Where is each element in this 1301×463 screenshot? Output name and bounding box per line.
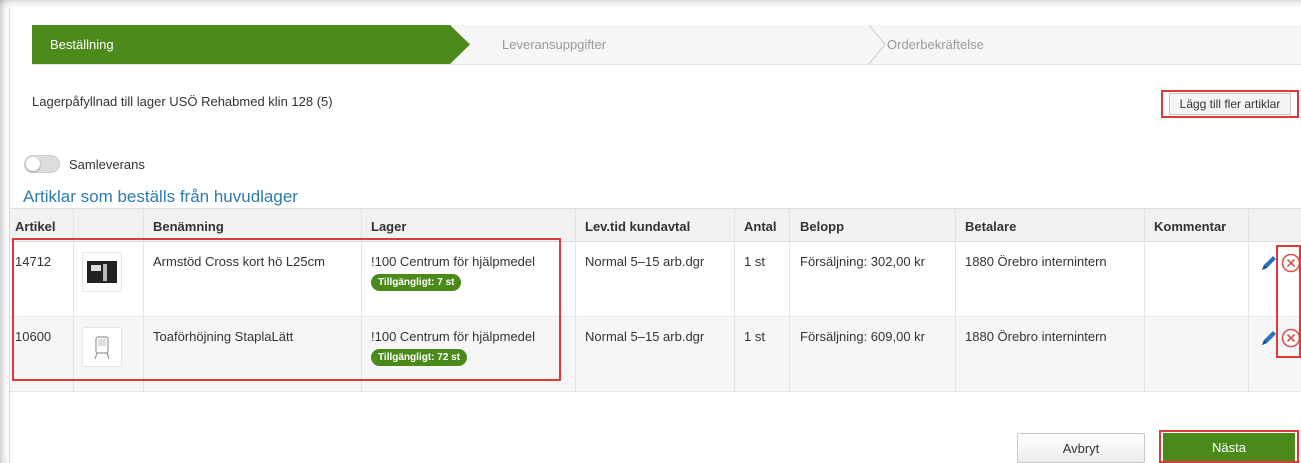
header-lager: Lager [371, 219, 407, 234]
availability-badge: Tillgängligt: 7 st [371, 274, 462, 291]
benamning: Toaförhöjning StaplaLätt [153, 329, 294, 344]
column-divider [789, 208, 790, 392]
section-title: Artiklar som beställs från huvudlager [23, 187, 298, 206]
step-leveransuppgifter[interactable]: Leveransuppgifter [468, 25, 606, 64]
table-row: 10600 Toaförhöjning StaplaLätt !100 Cent… [10, 317, 1301, 392]
toggle-knob [26, 157, 40, 171]
lager: !100 Centrum för hjälpmedel [371, 254, 536, 269]
betalare: 1880 Örebro internintern [965, 254, 1107, 269]
betalare: 1880 Örebro internintern [965, 329, 1107, 344]
column-divider [1144, 208, 1145, 392]
armrest-thumbnail-icon [87, 261, 117, 283]
page-frame: Beställning Leveransuppgifter Orderbekrä… [0, 0, 1301, 463]
artikel-number[interactable]: 14712 [15, 254, 51, 269]
column-divider [361, 208, 362, 392]
step-label: Beställning [50, 37, 114, 52]
column-divider [1248, 208, 1249, 392]
table-row: 14712 Armstöd Cross kort hö L25cm !100 C… [10, 242, 1301, 317]
header-betalare: Betalare [965, 219, 1017, 234]
antal: 1 st [744, 254, 765, 269]
pencil-icon[interactable] [1260, 329, 1278, 347]
column-divider [73, 208, 74, 392]
order-stepper: Beställning Leveransuppgifter Orderbekrä… [32, 25, 1301, 65]
benamning: Armstöd Cross kort hö L25cm [153, 254, 325, 269]
column-divider [734, 208, 735, 392]
header-benamning: Benämning [153, 219, 224, 234]
column-divider [955, 208, 956, 392]
artikel-number[interactable]: 10600 [15, 329, 51, 344]
remove-circle-icon[interactable] [1281, 328, 1301, 348]
table-header: Artikel Benämning Lager Lev.tid kundavta… [10, 208, 1301, 242]
samleverans-label: Samleverans [69, 157, 145, 172]
toilet-raiser-thumbnail-icon [94, 336, 110, 360]
header-artikel: Artikel [15, 219, 56, 234]
header-antal: Antal [744, 219, 777, 234]
column-divider [143, 208, 144, 392]
next-button[interactable]: Nästa [1163, 433, 1295, 461]
levtid: Normal 5–15 arb.dgr [585, 329, 705, 344]
step-label: Orderbekräftelse [887, 37, 984, 52]
column-divider [575, 208, 576, 392]
add-articles-button[interactable]: Lägg till fler artiklar [1169, 93, 1291, 115]
step-label: Leveransuppgifter [502, 37, 607, 52]
product-image[interactable] [82, 252, 122, 292]
step-orderbekraftelse[interactable]: Orderbekräftelse [887, 25, 984, 64]
lager: !100 Centrum för hjälpmedel [371, 329, 536, 344]
remove-circle-icon[interactable] [1281, 253, 1301, 273]
step-separator-icon [868, 25, 886, 64]
step-bestallning[interactable]: Beställning [32, 25, 470, 64]
pencil-icon[interactable] [1260, 254, 1278, 272]
product-image[interactable] [82, 327, 122, 367]
header-kommentar: Kommentar [1154, 219, 1227, 234]
belopp: Försäljning: 609,00 kr [800, 329, 926, 344]
levtid: Normal 5–15 arb.dgr [585, 254, 705, 269]
cancel-button[interactable]: Avbryt [1017, 433, 1145, 463]
request-title: Lagerpåfyllnad till lager USÖ Rehabmed k… [32, 94, 333, 109]
header-levtid: Lev.tid kundavtal [585, 219, 691, 234]
samleverans-toggle[interactable] [24, 155, 60, 173]
belopp: Försäljning: 302,00 kr [800, 254, 926, 269]
antal: 1 st [744, 329, 765, 344]
header-belopp: Belopp [800, 219, 845, 234]
availability-badge: Tillgängligt: 72 st [371, 349, 468, 366]
